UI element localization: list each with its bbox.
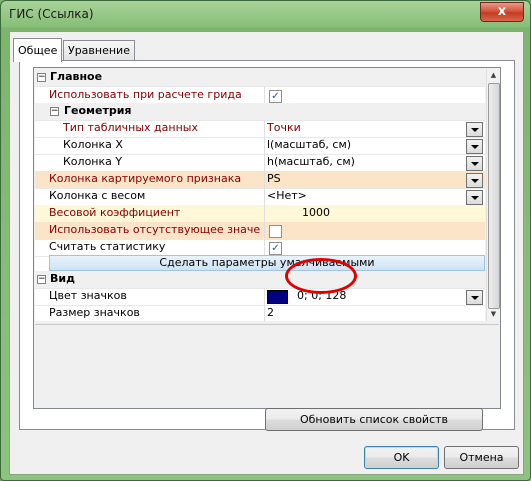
property-label: Цвет значков [49, 289, 127, 302]
category-geometry[interactable]: − Геометрия [35, 103, 485, 121]
property-label: Использовать при расчете грида [49, 88, 242, 101]
category-label: Главное [50, 70, 103, 83]
property-grid: − Главное Использовать при расчете грида… [33, 67, 501, 409]
chevron-down-icon[interactable] [466, 122, 483, 137]
property-description-pane [35, 324, 499, 407]
vertical-scrollbar[interactable]: ▲ ▼ [486, 69, 500, 321]
annotation-ellipse [285, 258, 357, 294]
use-in-grid-checkbox[interactable]: ✓ [269, 90, 282, 103]
property-label: Использовать отсутствующее значение [49, 223, 260, 236]
row-table-type[interactable]: Тип табличных данных Точки [35, 120, 485, 138]
dialog-client: Общее Уравнение − Главное Использовать п… [9, 31, 524, 475]
ok-button[interactable]: OK [364, 446, 439, 469]
property-label: Размер значков [49, 306, 140, 319]
table-type-value[interactable]: Точки [267, 121, 467, 137]
collapse-icon[interactable]: − [37, 73, 46, 82]
tab-panel-general: − Главное Использовать при расчете грида… [19, 60, 515, 431]
chevron-down-icon[interactable] [466, 190, 483, 205]
collapse-icon[interactable]: − [37, 275, 46, 284]
title-bar[interactable]: ГИС (Ссылка) x [1, 1, 530, 27]
compute-stats-checkbox[interactable]: ✓ [269, 242, 282, 255]
tab-general[interactable]: Общее [13, 38, 63, 62]
window-title: ГИС (Ссылка) [9, 7, 94, 21]
collapse-icon[interactable]: − [50, 107, 59, 116]
color-swatch [267, 290, 288, 304]
marker-size-value[interactable]: 2 [267, 306, 467, 321]
chevron-down-icon[interactable] [466, 156, 483, 171]
category-view[interactable]: − Вид [35, 271, 485, 289]
dialog-window: ГИС (Ссылка) x Общее Уравнение − Главное… [0, 0, 531, 481]
mapped-column-value[interactable]: PS [267, 172, 467, 188]
weight-column-value[interactable]: <Нет> [267, 189, 467, 205]
property-label: Тип табличных данных [63, 121, 198, 134]
property-label: Считать статистику [49, 240, 166, 253]
property-label: Колонка Y [63, 155, 123, 168]
make-default-button[interactable]: Сделать параметры умалчиваемыми [49, 255, 485, 271]
row-marker-size[interactable]: Размер значков 2 [35, 305, 485, 321]
use-missing-checkbox[interactable] [269, 225, 282, 238]
category-label: Геометрия [64, 104, 132, 117]
category-main[interactable]: − Главное [35, 69, 485, 87]
cancel-button[interactable]: Отмена [444, 446, 519, 469]
row-weight-column[interactable]: Колонка с весом <Нет> [35, 188, 485, 206]
category-label: Вид [50, 272, 75, 285]
scroll-thumb[interactable] [488, 83, 500, 309]
property-label: Весовой коэффициент [49, 206, 181, 219]
property-grid-rows: − Главное Использовать при расчете грида… [35, 69, 485, 321]
column-y-value[interactable]: h(масштаб, см) [267, 155, 467, 171]
property-label: Колонка картируемого признака [49, 172, 242, 185]
chevron-down-icon[interactable] [466, 139, 483, 154]
column-x-value[interactable]: l(масштаб, см) [267, 138, 467, 154]
scroll-down-icon[interactable]: ▼ [488, 309, 499, 320]
close-button[interactable]: x [480, 2, 524, 22]
property-label: Колонка с весом [49, 189, 146, 202]
property-label: Колонка X [63, 138, 123, 151]
row-use-missing[interactable]: Использовать отсутствующее значение [35, 222, 485, 240]
row-marker-color[interactable]: Цвет значков 0; 0; 128 [35, 288, 485, 306]
row-mapped-column[interactable]: Колонка картируемого признака PS [35, 171, 485, 189]
row-weight-coefficient[interactable]: Весовой коэффициент 1000 [35, 205, 485, 223]
row-column-x[interactable]: Колонка X l(масштаб, см) [35, 137, 485, 155]
weight-coefficient-value[interactable]: 1000 [302, 206, 362, 222]
row-column-y[interactable]: Колонка Y h(масштаб, см) [35, 154, 485, 172]
refresh-properties-button[interactable]: Обновить список свойств [265, 408, 483, 431]
scroll-up-icon[interactable]: ▲ [488, 70, 499, 81]
chevron-down-icon[interactable] [466, 173, 483, 188]
chevron-down-icon[interactable] [466, 290, 483, 305]
tab-equation[interactable]: Уравнение [63, 40, 135, 61]
close-icon: x [497, 4, 507, 19]
